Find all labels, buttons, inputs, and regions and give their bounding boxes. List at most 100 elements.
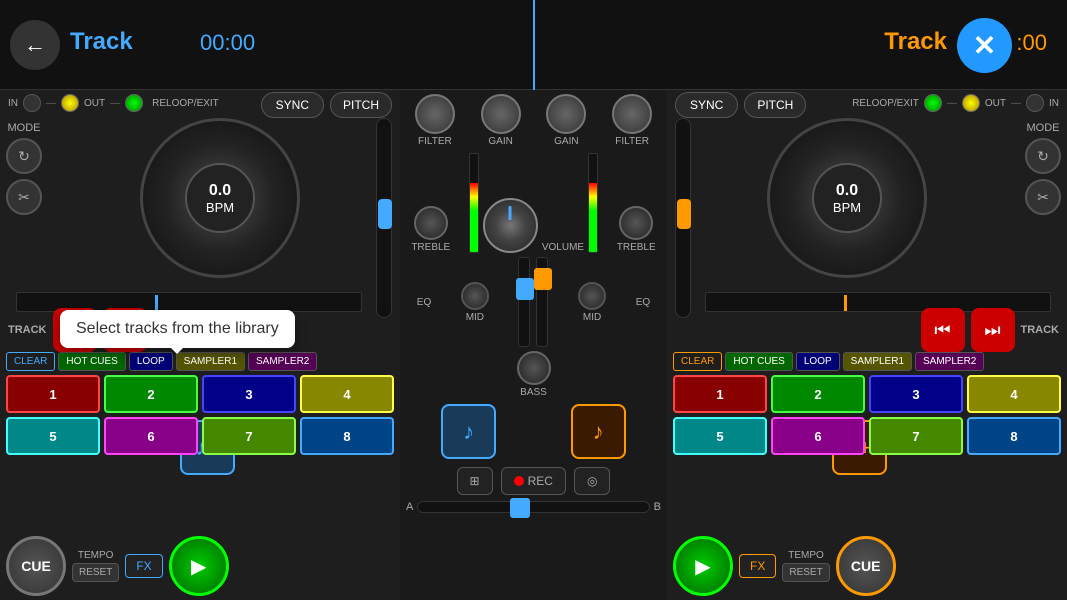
left-pitch-handle[interactable] bbox=[378, 199, 392, 229]
gain-right-knob[interactable] bbox=[546, 94, 586, 134]
crossfader-track[interactable] bbox=[417, 501, 649, 513]
left-turntable-area: 0.0 BPM bbox=[80, 118, 360, 278]
left-pitch-button[interactable]: PITCH bbox=[330, 92, 392, 118]
left-turntable[interactable]: 0.0 BPM bbox=[140, 118, 300, 278]
left-pad-7[interactable]: 7 bbox=[202, 417, 296, 455]
volume-knob[interactable] bbox=[483, 198, 538, 253]
right-out-led bbox=[962, 94, 980, 112]
left-pad-8[interactable]: 8 bbox=[300, 417, 394, 455]
right-volume-fader-handle[interactable] bbox=[534, 268, 552, 290]
mixer-mid-row: TREBLE VOLUME bbox=[400, 151, 667, 255]
right-pad-2[interactable]: 2 bbox=[771, 375, 865, 413]
right-clear-button[interactable]: CLEAR bbox=[673, 352, 722, 371]
mixer-adjust-button[interactable]: ⊞ bbox=[457, 467, 493, 495]
right-cue-button[interactable]: CUE bbox=[836, 536, 896, 596]
left-reloop-label: RELOOP/EXIT bbox=[152, 98, 219, 109]
target-button[interactable]: ◎ bbox=[574, 467, 610, 495]
close-icon: ✕ bbox=[973, 29, 996, 62]
top-bar: ← Track 00:00 Track :00 ✕ bbox=[0, 0, 1067, 90]
right-mode-label: MODE bbox=[1027, 122, 1060, 134]
right-pad-3[interactable]: 3 bbox=[869, 375, 963, 413]
left-play-button[interactable]: ▶ bbox=[169, 536, 229, 596]
mixer-eq-row: EQ MID MID EQ bbox=[400, 255, 667, 349]
left-playlist-add-button[interactable]: ♪ bbox=[441, 404, 496, 459]
right-mode-icon-2[interactable]: ✂ bbox=[1025, 179, 1061, 215]
volume-section: VOLUME bbox=[469, 153, 598, 253]
left-waveform-position bbox=[155, 295, 158, 311]
left-sync-button[interactable]: SYNC bbox=[261, 92, 324, 118]
right-prev-track-button[interactable]: ⏮ bbox=[921, 308, 965, 352]
cf-b-label: B bbox=[654, 501, 661, 513]
treble-right-knob[interactable] bbox=[619, 206, 653, 240]
right-pad-4[interactable]: 4 bbox=[967, 375, 1061, 413]
left-reset-button[interactable]: RESET bbox=[72, 563, 119, 582]
bass-knob[interactable] bbox=[517, 351, 551, 385]
left-pad-1[interactable]: 1 bbox=[6, 375, 100, 413]
right-pitch-slider[interactable] bbox=[675, 118, 691, 318]
left-loop-tab[interactable]: LOOP bbox=[129, 352, 173, 371]
right-mode-icons: ↻ ✂ bbox=[1025, 138, 1061, 215]
left-fx-button[interactable]: FX bbox=[125, 554, 162, 578]
right-loop-tab[interactable]: LOOP bbox=[796, 352, 840, 371]
right-green-led bbox=[924, 94, 942, 112]
target-icon: ◎ bbox=[587, 474, 597, 488]
right-fx-button[interactable]: FX bbox=[739, 554, 776, 578]
filter-right-knob[interactable] bbox=[612, 94, 652, 134]
right-track-label: TRACK bbox=[1021, 324, 1060, 336]
left-cue-button[interactable]: CUE bbox=[6, 536, 66, 596]
right-pitch-handle[interactable] bbox=[677, 199, 691, 229]
mid-right-label: MID bbox=[583, 312, 601, 323]
right-track-label: Track bbox=[884, 28, 947, 56]
left-sampler1-tab[interactable]: SAMPLER1 bbox=[176, 352, 245, 371]
right-reset-button[interactable]: RESET bbox=[782, 563, 829, 582]
left-pad-5[interactable]: 5 bbox=[6, 417, 100, 455]
left-pad-2[interactable]: 2 bbox=[104, 375, 198, 413]
left-pitch-slider[interactable] bbox=[376, 118, 392, 318]
left-mode-icons: ↻ ✂ bbox=[6, 138, 42, 215]
faders-section bbox=[518, 257, 548, 347]
left-hotcues-tab[interactable]: HOT CUES bbox=[58, 352, 126, 371]
left-mode-icon-1[interactable]: ↻ bbox=[6, 138, 42, 174]
back-button[interactable]: ← bbox=[10, 20, 60, 70]
right-pad-8[interactable]: 8 bbox=[967, 417, 1061, 455]
gain-left-knob[interactable] bbox=[481, 94, 521, 134]
mid-left-knob[interactable] bbox=[461, 282, 489, 310]
right-sampler1-tab[interactable]: SAMPLER1 bbox=[843, 352, 912, 371]
left-clear-button[interactable]: CLEAR bbox=[6, 352, 55, 371]
right-hotcues-tab[interactable]: HOT CUES bbox=[725, 352, 793, 371]
right-next-track-button[interactable]: ⏭ bbox=[971, 308, 1015, 352]
right-play-button[interactable]: ▶ bbox=[673, 536, 733, 596]
filter-left-knob[interactable] bbox=[415, 94, 455, 134]
mid-right-knob[interactable] bbox=[578, 282, 606, 310]
filter-left-group: FILTER bbox=[415, 94, 455, 147]
right-pitch-button[interactable]: PITCH bbox=[744, 92, 806, 118]
left-sampler2-tab[interactable]: SAMPLER2 bbox=[248, 352, 317, 371]
left-volume-fader-handle[interactable] bbox=[516, 278, 534, 300]
right-playlist-add-button[interactable]: ♪ bbox=[571, 404, 626, 459]
left-mode-icon-2[interactable]: ✂ bbox=[6, 179, 42, 215]
volume-label-group: VOLUME bbox=[542, 242, 584, 253]
right-pad-1[interactable]: 1 bbox=[673, 375, 767, 413]
left-play-icon: ▶ bbox=[191, 554, 206, 579]
left-pad-6[interactable]: 6 bbox=[104, 417, 198, 455]
treble-left-knob[interactable] bbox=[414, 206, 448, 240]
left-pad-4[interactable]: 4 bbox=[300, 375, 394, 413]
close-button[interactable]: ✕ bbox=[957, 18, 1012, 73]
right-turntable-area: 0.0 BPM bbox=[707, 118, 987, 278]
right-turntable[interactable]: 0.0 BPM bbox=[767, 118, 927, 278]
right-pad-7[interactable]: 7 bbox=[869, 417, 963, 455]
right-pads-tabs: CLEAR HOT CUES LOOP SAMPLER1 SAMPLER2 bbox=[673, 352, 1061, 371]
left-in-label: IN bbox=[8, 98, 18, 109]
crossfader-handle[interactable] bbox=[510, 498, 530, 518]
right-mode-icon-1[interactable]: ↻ bbox=[1025, 138, 1061, 174]
right-sampler2-tab[interactable]: SAMPLER2 bbox=[915, 352, 984, 371]
right-pad-6[interactable]: 6 bbox=[771, 417, 865, 455]
right-in-led bbox=[1026, 94, 1044, 112]
left-pad-3[interactable]: 3 bbox=[202, 375, 296, 413]
right-bpm-value: 0.0 bbox=[836, 182, 858, 200]
left-track-label: TRACK bbox=[8, 324, 47, 336]
right-pad-5[interactable]: 5 bbox=[673, 417, 767, 455]
right-sync-button[interactable]: SYNC bbox=[675, 92, 738, 118]
music-plus-orange-icon: ♪ bbox=[593, 419, 604, 445]
rec-button[interactable]: REC bbox=[501, 467, 566, 495]
